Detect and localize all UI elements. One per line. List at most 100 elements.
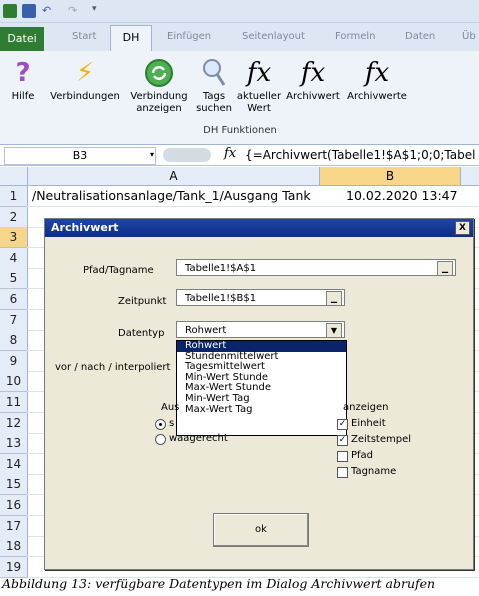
hilfe-label: Hilfe (11, 91, 35, 102)
grid-line (27, 206, 479, 207)
pfad-label: Pfad/Tagname (83, 265, 154, 276)
undo-icon[interactable]: ↶ (42, 4, 56, 18)
row-header[interactable]: 18 (0, 536, 28, 558)
select-all-corner[interactable] (0, 167, 28, 185)
zeitpunkt-value: Tabelle1!$B$1 (185, 293, 257, 304)
archivwerte-button[interactable]: fx Archivwerte (344, 55, 410, 103)
archivwert-label: Archivwert (286, 91, 340, 102)
cell-a1[interactable]: /Neutralisationsanlage/Tank_1/Ausgang Ta… (32, 188, 311, 203)
checkbox[interactable] (337, 451, 348, 462)
lightning-icon: ⚡ (75, 58, 95, 88)
checkbox-label: Tagname (351, 466, 397, 477)
datentyp-options-list: Rohwert Stundenmittelwert Tagesmittelwert M… (176, 340, 347, 436)
aktueller-wert-button[interactable]: fx aktueller Wert (236, 55, 282, 115)
fx-icon: fx (364, 58, 390, 88)
row-header[interactable]: 9 (0, 350, 28, 372)
vor-nach-interpoliert-label: vor / nach / interpoliert (55, 362, 171, 373)
refresh-icon (126, 55, 192, 91)
checkbox[interactable] (337, 467, 348, 478)
row-header[interactable]: 15 (0, 474, 28, 496)
datentyp-option[interactable]: Rohwert (177, 340, 346, 352)
column-header-a[interactable]: A (28, 167, 320, 185)
verbindung-anzeigen-label: Verbindung anzeigen (130, 91, 188, 114)
formula-input[interactable]: {=Archivwert(Tabelle1!$A$1;0;0;Tabel (245, 147, 479, 163)
anzeigen-group-label: anzeigen (343, 402, 389, 413)
row-header[interactable]: 19 (0, 556, 28, 578)
radio-waagerecht-label: waagerecht (169, 433, 228, 444)
radio-senkrecht[interactable] (155, 419, 166, 430)
tab-start[interactable]: Start (72, 31, 96, 45)
archivwerte-label: Archivwerte (347, 91, 407, 102)
ok-button[interactable]: ok (213, 513, 309, 547)
dialog-title-bar: Archivwert X (45, 219, 473, 237)
checkbox-label: Pfad (351, 450, 374, 461)
verbindung-anzeigen-button[interactable]: Verbindung anzeigen (126, 55, 192, 115)
row-header[interactable]: 1 (0, 186, 28, 207)
redo-icon[interactable]: ↷ (68, 4, 82, 18)
row-header[interactable]: 11 (0, 392, 28, 413)
figure-caption: Abbildung 13: verfügbare Datentypen im D… (2, 576, 436, 591)
radio-senkrecht-label: s (169, 418, 175, 429)
customize-toolbar-icon[interactable]: ▾ (92, 4, 106, 18)
column-header-b[interactable]: B (320, 167, 461, 185)
excel-logo-icon (3, 4, 17, 18)
zeitpunkt-picker-icon[interactable]: ▁ (326, 291, 342, 306)
row-header[interactable]: 10 (0, 371, 28, 393)
ribbon-tab-bar: Datei Start DH Einfügen Seitenlayout For… (0, 23, 479, 52)
formula-bar: B3 ▾ fx {=Archivwert(Tabelle1!$A$1;0;0;T… (0, 145, 479, 166)
row-header[interactable]: 17 (0, 515, 28, 537)
tab-formeln[interactable]: Formeln (335, 31, 375, 45)
chevron-down-icon[interactable]: ▼ (326, 323, 342, 338)
archivwert-button[interactable]: fx Archivwert (285, 55, 341, 103)
verbindungen-button[interactable]: ⚡ Verbindungen (46, 55, 124, 103)
row-header[interactable]: 14 (0, 453, 28, 475)
row-header[interactable]: 7 (0, 309, 28, 331)
pfad-field[interactable]: Tabelle1!$A$1 ▁ (176, 259, 456, 276)
tab-seitenlayout[interactable]: Seitenlayout (242, 31, 305, 45)
fx-icon: fx (246, 58, 272, 88)
datentyp-option[interactable]: Min-Wert Tag (177, 393, 346, 405)
row-header[interactable]: 8 (0, 330, 28, 352)
aktueller-wert-label: aktueller Wert (236, 91, 282, 114)
pfad-picker-icon[interactable]: ▁ (437, 261, 453, 276)
tags-suchen-button[interactable]: Tags suchen (194, 55, 234, 115)
datentyp-value: Rohwert (185, 325, 227, 336)
zeitpunkt-field[interactable]: Tabelle1!$B$1 ▁ (176, 289, 345, 306)
checkbox-label: Zeitstempel (351, 434, 412, 445)
radio-waagerecht[interactable] (155, 434, 166, 445)
datentyp-option[interactable]: Max-Wert Tag (177, 404, 346, 416)
tab-datei[interactable]: Datei (0, 27, 44, 51)
ausgabe-group-label: Aus (161, 402, 180, 413)
title-bar: ↶ ↷ ▾ (0, 0, 479, 23)
row-header[interactable]: 13 (0, 433, 28, 455)
checkbox[interactable]: ✓ (337, 435, 348, 446)
row-header[interactable]: 4 (0, 247, 28, 269)
datentyp-select[interactable]: Rohwert ▼ (176, 321, 345, 338)
tab-daten[interactable]: Daten (405, 31, 435, 45)
tab-einfuegen[interactable]: Einfügen (167, 31, 211, 45)
checkbox-label: Einheit (351, 418, 386, 429)
dialog-title: Archivwert (51, 221, 119, 234)
archivwert-dialog: Archivwert X Pfad/Tagname Tabelle1!$A$1 … (44, 218, 474, 570)
row-header[interactable]: 5 (0, 268, 28, 290)
tab-dh[interactable]: DH (110, 25, 152, 52)
name-box-dropdown-icon[interactable]: ▾ (150, 150, 154, 159)
tags-suchen-label: Tags suchen (196, 91, 232, 114)
formula-bar-handle[interactable] (163, 148, 211, 162)
row-header[interactable]: 2 (0, 206, 28, 228)
hilfe-button[interactable]: ? Hilfe (4, 55, 42, 103)
tab-ueberpruefen[interactable]: Üb (462, 31, 476, 45)
name-box[interactable]: B3 (4, 147, 156, 165)
pfad-value: Tabelle1!$A$1 (185, 263, 257, 274)
row-header[interactable]: 12 (0, 412, 28, 434)
row-header[interactable]: 3 (0, 227, 28, 249)
save-icon[interactable] (22, 4, 36, 18)
cell-b1[interactable]: 10.02.2020 13:47 (346, 188, 458, 203)
row-header[interactable]: 16 (0, 495, 28, 516)
insert-function-icon[interactable]: fx (224, 146, 236, 161)
magnifier-icon (194, 55, 234, 91)
close-icon[interactable]: X (455, 221, 470, 235)
help-icon: ? (15, 58, 31, 88)
checkbox[interactable]: ✓ (337, 419, 348, 430)
row-header[interactable]: 6 (0, 289, 28, 310)
